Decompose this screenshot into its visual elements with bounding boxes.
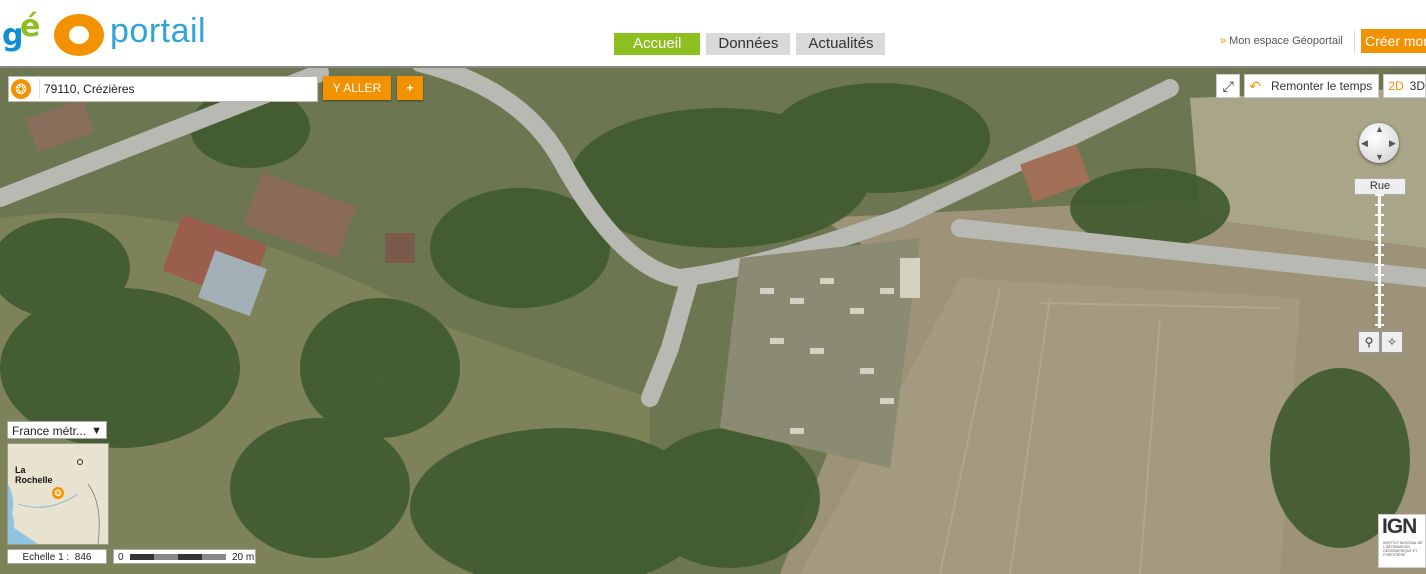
map-toolbar: ⤢ ↶ Remonter le temps 2D 3D [1216,74,1426,98]
mon-espace-label: Mon espace Géoportail [1229,35,1343,47]
remonter-label: Remonter le temps [1270,79,1373,93]
aerial-imagery [0,68,1426,574]
creer-compte-button[interactable]: Créer mon [1361,29,1426,53]
ign-text: IGN [1382,515,1417,538]
ign-subtitle: INSTITUT NATIONAL DE L'INFORMATION GÉOGR… [1383,541,1423,557]
pan-up-icon[interactable]: ▲ [1375,124,1384,134]
view-mode-switch: 2D 3D [1383,74,1426,98]
mode-2d-button[interactable]: 2D [1388,79,1403,93]
tab-actualites[interactable]: Actualités [796,33,886,55]
scale-graphic [130,554,226,560]
tab-accueil[interactable]: Accueil [614,33,701,55]
city-name: La Rochelle [15,465,53,485]
pan-left-icon[interactable]: ◀ [1361,138,1368,149]
zoom-search-icon[interactable]: ⚲ [1358,331,1380,353]
fullscreen-icon[interactable]: ⤢ [1216,74,1241,98]
pan-right-icon[interactable]: ▶ [1389,138,1396,149]
location-pin-icon: ❂ [52,487,64,499]
scale-value: 846 [74,552,92,563]
territory-select[interactable]: France métr... ▼ [7,421,107,439]
chevron-down-icon: ▼ [91,425,102,437]
scale-ratio: Echelle 1 : 846 [7,549,107,564]
mon-espace-link[interactable]: » Mon espace Géoportail [1220,35,1343,47]
logo-letter-o [54,14,104,56]
scale-start: 0 [118,552,124,563]
add-button[interactable]: + [397,76,423,100]
header: g é portail Accueil Données Actualités »… [0,0,1426,66]
territory-value: France métr... [12,424,87,438]
zoom-crosshair-icon[interactable]: ✧ [1381,331,1403,353]
logo-letter-e: é [20,9,41,44]
pan-down-icon[interactable]: ▼ [1375,152,1384,162]
ign-logo[interactable]: IGN INSTITUT NATIONAL DE L'INFORMATION G… [1378,514,1426,568]
divider [1354,30,1355,54]
pan-control[interactable]: ▲ ▼ ◀ ▶ [1359,123,1399,163]
map-viewport[interactable]: ❂ Y ALLER + ⤢ ↶ Remonter le temps 2D 3D … [0,66,1426,574]
mode-3d-button[interactable]: 3D [1410,79,1425,93]
logo-text: portail [110,12,207,50]
undo-arrow-icon: ↶ [1249,77,1261,94]
geolocate-icon[interactable]: ❂ [11,79,31,99]
zoom-level-label[interactable]: Rue [1354,178,1406,195]
zoom-slider[interactable] [1375,194,1384,328]
search-input[interactable] [39,79,316,99]
search-box: ❂ [8,76,318,102]
overview-city-label: La Rochelle [15,465,55,485]
tab-donnees[interactable]: Données [706,33,791,55]
scale-label: Echelle 1 : [22,552,70,563]
chevron-right-icon: » [1220,35,1227,47]
main-nav: Accueil Données Actualités [614,33,886,55]
scale-bar: 0 20 m [113,549,256,564]
go-button[interactable]: Y ALLER [323,76,391,100]
overview-town-marker [77,459,83,465]
remonter-le-temps-button[interactable]: ↶ Remonter le temps [1244,74,1380,98]
scale-end: 20 m [232,552,255,563]
overview-map[interactable]: La Rochelle ❂ [7,443,109,545]
